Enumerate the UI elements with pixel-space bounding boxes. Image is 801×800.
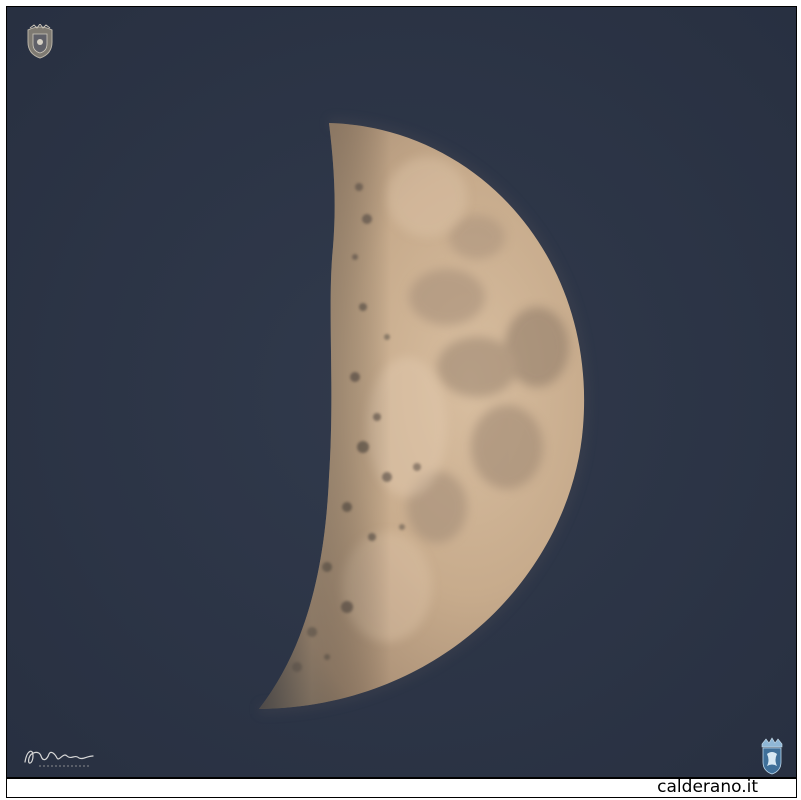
coat-of-arms-icon <box>27 24 53 59</box>
crown-crest-icon <box>761 737 783 775</box>
moon-photo <box>6 6 797 778</box>
site-name[interactable]: calderano.it <box>657 777 758 797</box>
photo-frame: calderano.it <box>0 0 801 800</box>
footer-bar: calderano.it <box>6 777 797 798</box>
handwritten-signature-icon <box>24 750 94 767</box>
